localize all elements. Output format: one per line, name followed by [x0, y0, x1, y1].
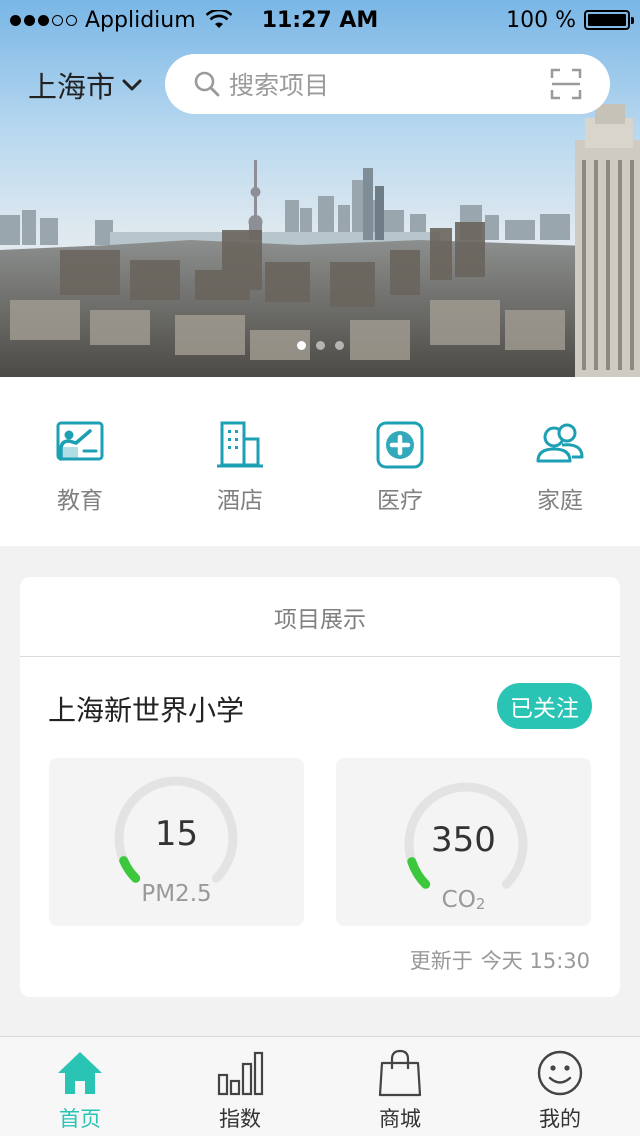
- pm25-gauge: 15 PM2.5: [49, 758, 304, 926]
- category-medical[interactable]: 医疗: [320, 377, 480, 546]
- gauge-label: CO2: [441, 887, 486, 913]
- tab-label: 首页: [59, 1107, 101, 1131]
- signal-strength-icon: [10, 14, 77, 26]
- follow-button[interactable]: 已关注: [497, 683, 592, 729]
- tab-home[interactable]: 首页: [0, 1037, 160, 1136]
- updated-timestamp: 更新于 今天 15:30: [409, 949, 590, 973]
- city-name: 上海市: [28, 70, 116, 104]
- category-label: 医疗: [377, 488, 423, 514]
- section-title: 项目展示: [20, 577, 620, 657]
- tab-label: 我的: [539, 1107, 581, 1131]
- top-bar: 上海市 搜索项目: [0, 54, 640, 114]
- gauge-value: 350: [431, 820, 496, 860]
- co2-gauge: 350 CO2: [336, 758, 591, 926]
- tab-label: 商城: [379, 1107, 421, 1131]
- gauge-value: 15: [154, 814, 199, 854]
- project-name: 上海新世界小学: [48, 694, 245, 727]
- bar-chart-icon: [217, 1051, 264, 1096]
- project-card[interactable]: 项目展示 上海新世界小学 已关注 15 PM2.5 350 CO2 更新于 今天 …: [20, 577, 620, 997]
- gauge-label: PM2.5: [141, 881, 212, 907]
- tab-label: 指数: [219, 1107, 261, 1131]
- battery-icon: [584, 10, 634, 30]
- category-education[interactable]: 教育: [0, 377, 160, 546]
- carousel-pager: [0, 341, 640, 350]
- hotel-icon: [217, 421, 263, 468]
- chevron-down-icon: [122, 79, 142, 91]
- category-hotel[interactable]: 酒店: [160, 377, 320, 546]
- pager-dot[interactable]: [315, 341, 325, 350]
- category-label: 酒店: [217, 488, 263, 514]
- category-family[interactable]: 家庭: [480, 377, 640, 546]
- category-label: 家庭: [537, 488, 583, 514]
- category-row: 教育 酒店 医疗 家庭: [0, 377, 640, 546]
- tab-mall[interactable]: 商城: [320, 1037, 480, 1136]
- home-icon: [58, 1052, 102, 1094]
- tab-index[interactable]: 指数: [160, 1037, 320, 1136]
- scan-icon[interactable]: [550, 68, 582, 100]
- family-icon: [536, 423, 584, 463]
- tab-mine[interactable]: 我的: [480, 1037, 640, 1136]
- carrier-name: Applidium: [85, 7, 196, 33]
- city-selector[interactable]: 上海市: [28, 64, 143, 106]
- shopping-bag-icon: [378, 1049, 422, 1097]
- pager-dot[interactable]: [296, 341, 306, 350]
- medical-icon: [376, 421, 424, 469]
- search-bar[interactable]: 搜索项目: [165, 54, 610, 114]
- banner-carousel[interactable]: Applidium 11:27 AM 100 % 上海市 搜索项目: [0, 0, 640, 377]
- battery-percent: 100 %: [506, 7, 576, 33]
- smiley-icon: [537, 1050, 583, 1096]
- tab-bar: 首页 指数 商城 我的: [0, 1036, 640, 1136]
- search-icon: [194, 71, 220, 97]
- pager-dot[interactable]: [334, 341, 344, 350]
- category-label: 教育: [57, 488, 103, 514]
- education-icon: [56, 421, 104, 461]
- status-bar: Applidium 11:27 AM 100 %: [0, 0, 640, 40]
- wifi-icon: [205, 10, 232, 28]
- search-placeholder: 搜索项目: [229, 71, 330, 100]
